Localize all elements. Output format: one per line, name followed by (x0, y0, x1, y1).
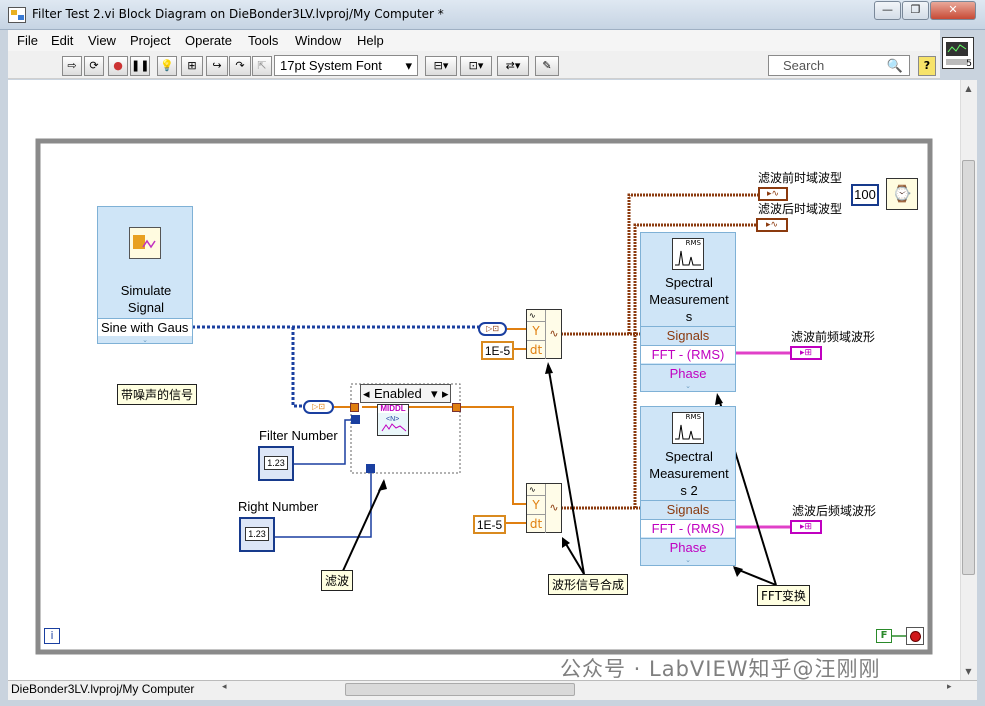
simulate-signal-node[interactable]: Simulate Signal Sine with Gaus ⌄ (97, 206, 193, 344)
build-waveform-dt[interactable]: dt (527, 340, 545, 359)
freq-after-indicator[interactable]: ▸⊞ (790, 520, 822, 534)
case-selector[interactable]: ◂ Enabled ▾ ▸ (360, 384, 451, 403)
spectral-measurements-node-1[interactable]: RMS Spectral Measurement s Signals FFT -… (640, 232, 736, 392)
vertical-scroll-thumb[interactable] (962, 160, 975, 575)
stop-wire (892, 635, 906, 637)
scroll-down-icon[interactable]: ▼ (962, 665, 975, 678)
waveform-out-icon: ∿ (545, 310, 562, 359)
expand-chevron-icon[interactable]: ⌄ (98, 337, 192, 344)
spectral-title-2: Measurement (649, 292, 729, 307)
wait-constant[interactable]: 100 (851, 184, 879, 206)
filter-number-value: 1.23 (264, 456, 288, 470)
spectral-title-3: s 2 (680, 483, 698, 498)
time-after-indicator[interactable]: ▸∿ (756, 218, 788, 232)
waveform-icon: ∿ (529, 485, 536, 494)
case-tunnel-filter-number[interactable] (351, 415, 360, 424)
spectral-measurements-node-2[interactable]: RMS Spectral Measurement s 2 Signals FFT… (640, 406, 736, 566)
dt-constant-1[interactable]: 1E-5 (481, 341, 514, 360)
svg-text:<N>: <N> (386, 416, 399, 423)
freq-before-indicator[interactable]: ▸⊞ (790, 346, 822, 360)
scroll-up-icon[interactable]: ▲ (962, 82, 975, 95)
case-prev-icon[interactable]: ◂ (363, 385, 370, 402)
build-waveform-dt[interactable]: dt (527, 514, 545, 533)
synth-note: 波形信号合成 (548, 574, 629, 595)
stop-condition-icon[interactable] (906, 627, 924, 645)
simulate-signal-icon (129, 227, 161, 259)
spectral-title-1: Spectral (665, 275, 713, 290)
case-selector-value: Enabled (374, 386, 422, 401)
waveform-out-icon: ∿ (545, 484, 562, 533)
build-waveform-node-2[interactable]: ∿ Y dt ∿ (526, 483, 562, 533)
watermark: 公众号 · LabVIEW知乎@汪刚刚 (560, 657, 881, 681)
freq-after-label: 滤波后频域波形 (792, 504, 877, 518)
arrowhead-synth-1 (545, 362, 553, 374)
time-before-indicator[interactable]: ▸∿ (758, 187, 788, 201)
right-number-label: Right Number (238, 499, 319, 514)
arrowhead-filter (378, 479, 387, 491)
simulate-signal-title-2: Signal (127, 300, 165, 315)
spectral-title-2: Measurement (649, 466, 729, 481)
time-after-label: 滤波后时域波型 (758, 202, 843, 216)
filter-title: MIDDL (378, 405, 408, 413)
filter-number-label: Filter Number (259, 428, 338, 443)
waveform-icon: ∿ (529, 311, 536, 320)
time-before-label: 滤波前时域波型 (758, 171, 843, 185)
case-tunnel-right-number[interactable] (366, 464, 375, 473)
spectral-phase-terminal[interactable]: Phase (641, 538, 735, 556)
freq-before-label: 滤波前频域波形 (791, 330, 876, 344)
iteration-terminal[interactable]: i (44, 628, 60, 644)
wait-ms-icon[interactable]: ⌚ (886, 178, 918, 210)
build-waveform-y[interactable]: Y (527, 495, 545, 514)
rms-badge: RMS (685, 239, 701, 247)
right-number-control[interactable]: 1.23 (239, 517, 275, 552)
arrowhead-synth-2 (562, 537, 570, 548)
filter-note: 滤波 (321, 570, 354, 591)
rms-badge: RMS (685, 413, 701, 421)
stop-boolean-constant[interactable]: F (876, 629, 892, 643)
spectral-title-3: s (685, 309, 693, 324)
spectral-signals-terminal[interactable]: Signals (641, 500, 735, 518)
noisy-signal-label: 带噪声的信号 (117, 384, 198, 405)
convert-dynamic-node-2[interactable]: ▷⊡ (303, 400, 334, 414)
horizontal-scroll-thumb[interactable] (345, 683, 575, 696)
spectral-phase-terminal[interactable]: Phase (641, 364, 735, 382)
project-path: DieBonder3LV.lvproj/My Computer (11, 682, 195, 696)
expand-chevron-icon[interactable]: ⌄ (641, 557, 735, 565)
scroll-left-icon[interactable]: ◂ (222, 682, 227, 692)
wire-signal-branch[interactable] (291, 327, 304, 408)
case-next-icon[interactable]: ▸ (442, 385, 449, 402)
arrowhead-fft-1 (715, 393, 723, 405)
median-filter-node[interactable]: MIDDL <N> (377, 404, 409, 436)
right-number-value: 1.23 (245, 527, 269, 541)
chevron-down-icon[interactable]: ▾ (431, 385, 438, 402)
filter-waveform-icon: <N> (381, 416, 407, 432)
simulate-signal-output[interactable]: Sine with Gaus (98, 318, 192, 336)
filter-number-control[interactable]: 1.23 (258, 446, 294, 481)
spectral-fft-terminal[interactable]: FFT - (RMS) (641, 519, 735, 537)
arrow-filter-note (341, 480, 385, 574)
wire-y2[interactable] (460, 406, 527, 505)
dt-constant-2[interactable]: 1E-5 (473, 515, 506, 534)
fft-note: FFT变换 (757, 585, 810, 606)
case-tunnel-in[interactable] (350, 403, 359, 412)
expand-chevron-icon[interactable]: ⌄ (641, 383, 735, 391)
build-waveform-node-1[interactable]: ∿ Y dt ∿ (526, 309, 562, 359)
spectral-fft-terminal[interactable]: FFT - (RMS) (641, 345, 735, 363)
scroll-right-icon[interactable]: ▸ (947, 682, 952, 692)
spectral-title-1: Spectral (665, 449, 713, 464)
spectral-signals-terminal[interactable]: Signals (641, 326, 735, 344)
spectrum-icon: RMS (672, 238, 704, 270)
case-tunnel-out[interactable] (452, 403, 461, 412)
spectrum-icon: RMS (672, 412, 704, 444)
simulate-signal-title: Simulate (120, 283, 172, 298)
build-waveform-y[interactable]: Y (527, 321, 545, 340)
convert-dynamic-node-1[interactable]: ▷⊡ (478, 322, 507, 336)
